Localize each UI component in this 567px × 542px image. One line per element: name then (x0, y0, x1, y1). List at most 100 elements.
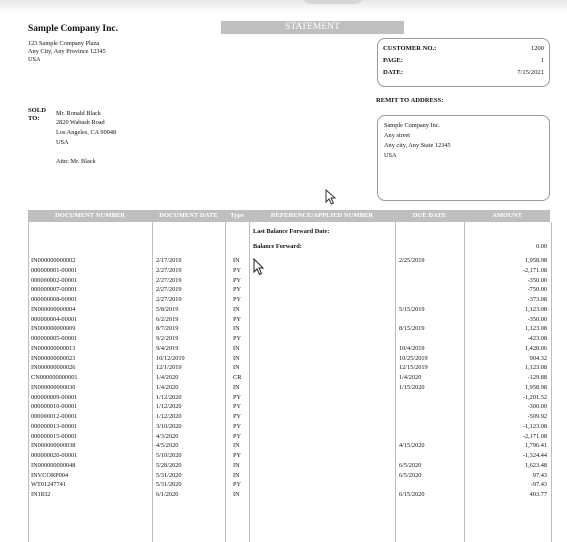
column-divider (395, 222, 396, 542)
column-header-amount: AMOUNT (491, 212, 523, 219)
cell-amount: 1,796.41 (524, 442, 547, 450)
cell-document-number: 000000015-00001 (31, 432, 78, 440)
cell-type: PY (233, 403, 242, 411)
table-header: DOCUMENT NUMBER DOCUMENT DATE Type REFER… (28, 210, 550, 222)
sold-to-label-line: SOLD (28, 107, 46, 114)
cell-document-number: IN000000000002 (31, 257, 76, 264)
cell-document-number: IN000000000030 (31, 383, 76, 391)
cell-amount: -2,171.08 (522, 432, 547, 440)
cell-due-date: 10/4/2019 (399, 344, 425, 352)
cell-document-number: IN000000000009 (31, 325, 76, 333)
cell-document-number: IN000000000026 (31, 364, 76, 372)
cell-type: PY (233, 481, 242, 489)
mouse-pointer-icon (325, 189, 337, 205)
cell-type: CR (233, 374, 242, 381)
customer-no-label: CUSTOMER NO.: (383, 45, 437, 52)
cell-due-date: 5/15/2019 (399, 305, 425, 313)
page-label: PAGE: (383, 57, 404, 64)
column-divider (464, 222, 465, 542)
column-divider (152, 222, 153, 542)
cell-amount: 97.43 (532, 471, 547, 479)
cell-document-date: 8/7/2019 (156, 325, 179, 333)
cell-document-date: 9/4/2019 (156, 344, 179, 352)
cell-document-number: INVCORP004 (31, 471, 69, 479)
remit-to-label: REMIT TO ADDRESS: (376, 97, 444, 104)
cell-document-date: 10/12/2019 (156, 354, 185, 362)
date-row: DATE: 7/15/2021 (383, 69, 544, 76)
cell-document-number: IN000000000013 (31, 344, 76, 352)
cell-type: PY (233, 266, 242, 274)
cell-type: IN (233, 257, 240, 264)
cell-amount: 1,123.08 (524, 364, 547, 372)
cell-type: IN (233, 471, 240, 479)
company-name: Sample Company Inc. (28, 24, 118, 34)
cell-type: PY (233, 315, 242, 323)
cell-amount: -350.00 (527, 315, 547, 323)
cell-document-date: 2/27/2019 (156, 276, 182, 284)
remit-address-line: Any street (384, 132, 411, 139)
cell-document-number: IN000000000023 (31, 354, 76, 362)
balance-forward-label: Balance Forward: (253, 243, 302, 250)
cell-type: PY (233, 422, 242, 430)
cell-amount: -1,123.08 (522, 422, 547, 430)
cell-type: PY (233, 432, 242, 440)
cell-amount: -1,201.52 (522, 393, 547, 401)
sold-to-line: 2820 Wabash Road (56, 119, 105, 126)
cell-type: PY (233, 413, 242, 420)
company-address-line: USA (28, 56, 41, 63)
statement-title: STATEMENT (221, 21, 404, 34)
mouse-pointer-icon (253, 258, 265, 276)
cell-type: IN (233, 344, 240, 352)
cell-document-date: 5/31/2020 (156, 471, 182, 479)
cell-document-number: IN000000000038 (31, 442, 76, 450)
cell-document-date: 9/2/2019 (156, 335, 179, 342)
cell-document-date: 2/17/2019 (156, 257, 182, 264)
cell-due-date: 1/15/2020 (399, 383, 425, 391)
remit-address-line: Any city, Any State 12345 (384, 142, 451, 149)
cell-document-number: 000000007-00001 (31, 286, 78, 294)
cell-type: PY (233, 452, 242, 459)
cell-amount: 1,623.48 (524, 461, 547, 469)
cell-document-number: 000000012-00001 (31, 413, 78, 420)
sold-to-label: SOLD TO: (28, 107, 46, 123)
cell-document-date: 1/12/2020 (156, 413, 182, 420)
cell-document-number: 000000001-00001 (31, 266, 78, 274)
cell-due-date: 12/15/2019 (399, 364, 428, 372)
cell-amount: 1,958.98 (524, 257, 547, 264)
cell-amount: -97.43 (530, 481, 547, 489)
cell-type: IN (233, 305, 240, 313)
column-header-due-date: DUE DATE (412, 212, 447, 219)
cell-document-number: WT01247741 (31, 481, 66, 489)
cell-document-date: 6/2/2019 (156, 315, 179, 323)
column-header-type: Type (230, 212, 244, 219)
cell-document-number: IN000000000048 (31, 461, 76, 469)
cell-type: PY (233, 286, 242, 294)
page-value: 1 (540, 57, 544, 64)
cell-document-date: 1/4/2020 (156, 374, 179, 381)
cell-type: PY (233, 296, 242, 303)
cell-amount: 904.32 (529, 354, 547, 362)
cell-document-number: 000000008-00001 (31, 296, 78, 303)
cell-type: IN (233, 364, 240, 372)
sold-to-line: Mr. Ronald Black (56, 110, 101, 117)
date-label: DATE: (383, 69, 404, 76)
column-header-document-date: DOCUMENT DATE (159, 212, 218, 219)
cell-due-date: 1/4/2020 (399, 374, 422, 381)
customer-no-value: 1200 (530, 45, 544, 52)
column-divider (249, 222, 250, 542)
cell-due-date: 6/5/2020 (399, 461, 422, 469)
cell-document-date: 1/4/2020 (156, 383, 179, 391)
cell-amount: 1,123.08 (524, 325, 547, 333)
cell-due-date: 4/15/2020 (399, 442, 425, 450)
cell-document-date: 4/5/2020 (156, 442, 179, 450)
cell-type: PY (233, 393, 242, 401)
remit-address-line: Sample Company Inc. (384, 122, 441, 129)
window-top-blob (300, 0, 366, 4)
cell-document-date: 5/10/2020 (156, 452, 182, 459)
sold-to-line: USA (56, 139, 69, 146)
column-divider (225, 222, 226, 542)
cell-document-number: 000000013-00001 (31, 422, 78, 430)
cell-document-number: 000000009-00001 (31, 393, 78, 401)
remit-to-box: Sample Company Inc. Any street Any city,… (377, 115, 550, 201)
cell-amount: 403.77 (529, 491, 547, 498)
